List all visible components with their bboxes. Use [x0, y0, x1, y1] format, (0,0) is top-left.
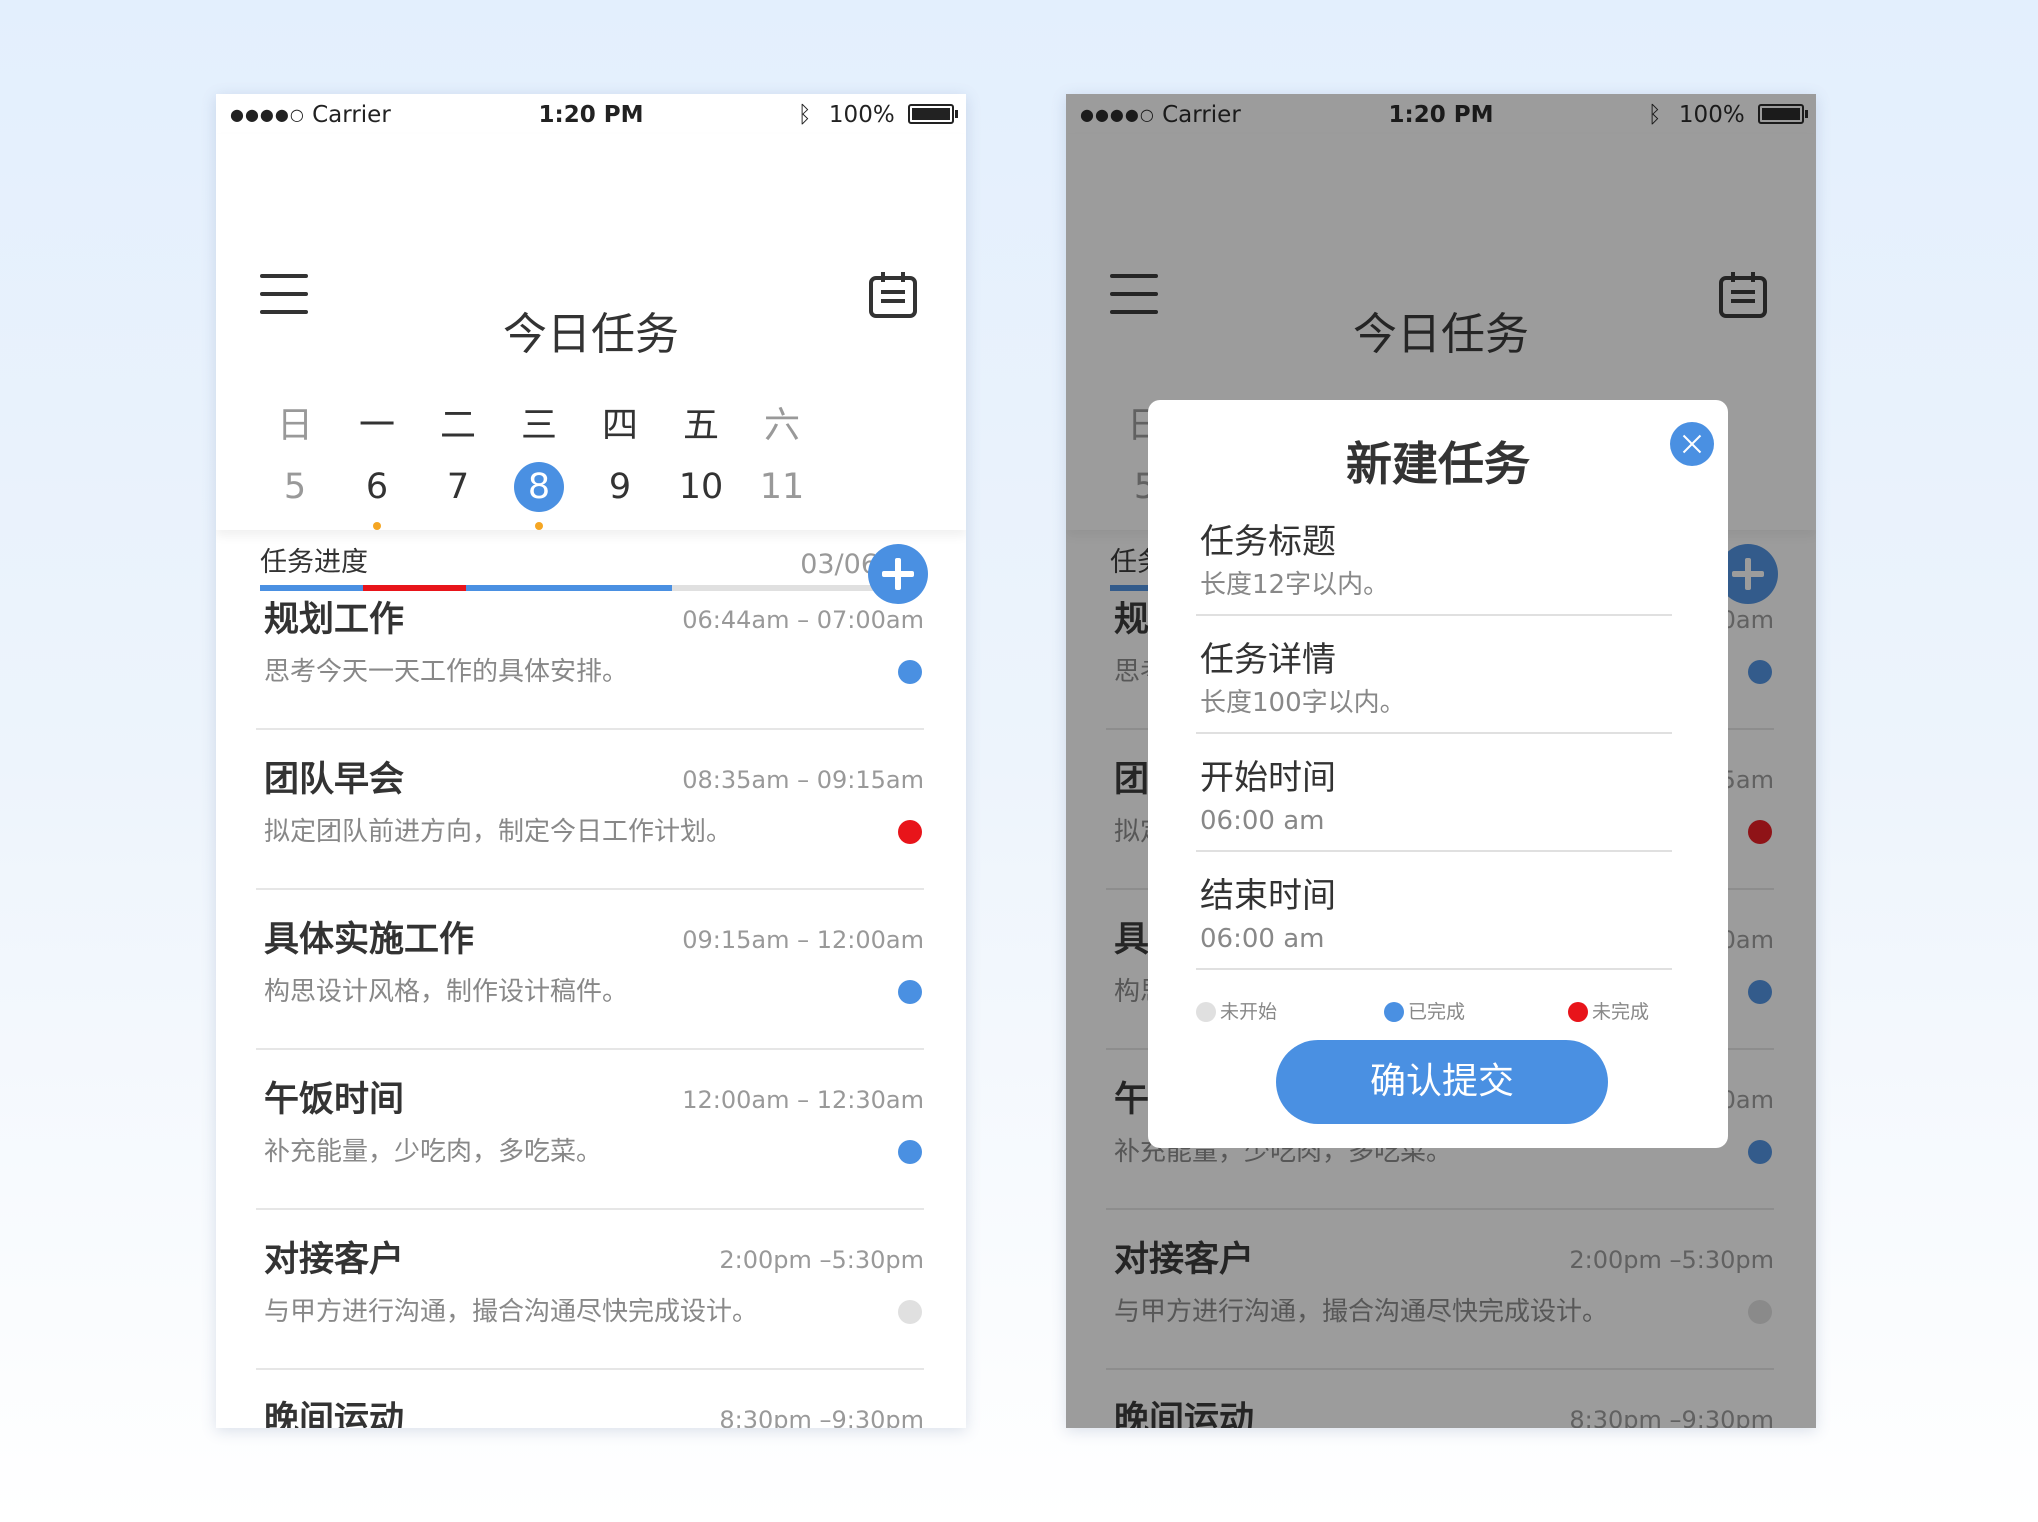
battery-percent: 100% — [828, 102, 895, 128]
date-cell[interactable]: 11 — [747, 464, 817, 510]
task-status-dot — [898, 980, 922, 1004]
task-status-dot — [898, 1300, 922, 1324]
task-time: 09:15am – 12:00am — [682, 926, 924, 954]
legend-label: 已完成 — [1408, 1001, 1466, 1023]
task-description: 与甲方进行沟通，撮合沟通尽快完成设计。 — [264, 1297, 759, 1327]
task-time: 06:44am – 07:00am — [682, 606, 924, 634]
weekday-label: 二 — [439, 405, 476, 446]
date-cell[interactable]: 8 — [504, 464, 574, 510]
weekday-label: 日 — [276, 405, 313, 446]
field-underline — [1196, 968, 1672, 970]
task-time: 08:35am – 09:15am — [682, 766, 924, 794]
legend-item: 未开始 — [1196, 1000, 1277, 1024]
task-item[interactable]: 具体实施工作 09:15am – 12:00am 构思设计风格，制作设计稿件。 — [216, 890, 966, 1050]
task-description: 拟定团队前进方向，制定今日工作计划。 — [264, 817, 733, 847]
task-title: 对接客户 — [264, 1240, 405, 1280]
task-title: 规划工作 — [264, 600, 405, 640]
field-input[interactable]: 06:00 am — [1200, 922, 1324, 956]
date-cell[interactable]: 7 — [423, 464, 493, 510]
date-cell[interactable]: 9 — [585, 464, 655, 510]
task-item[interactable]: 规划工作 06:44am – 07:00am 思考今天一天工作的具体安排。 — [216, 570, 966, 730]
legend-item: 已完成 — [1384, 1000, 1465, 1024]
date-task-dot — [373, 522, 381, 530]
task-title: 具体实施工作 — [264, 920, 475, 960]
date-cell[interactable]: 10 — [666, 464, 736, 510]
weekday-label: 三 — [520, 405, 557, 446]
task-item[interactable]: 午饭时间 12:00am – 12:30am 补充能量，少吃肉，多吃菜。 — [216, 1050, 966, 1210]
task-title: 午饭时间 — [264, 1080, 405, 1120]
weekday-label: 四 — [601, 405, 638, 446]
field-underline — [1196, 850, 1672, 852]
field-label: 开始时间 — [1200, 758, 1336, 798]
legend-label: 未开始 — [1220, 1001, 1278, 1023]
calendar-icon[interactable] — [868, 270, 918, 320]
page-title: 今日任务 — [503, 309, 679, 360]
field-underline — [1196, 732, 1672, 734]
date-cell[interactable]: 6 — [342, 464, 412, 510]
status-bar: ●●●●○ Carrier 1:20 PM ᛒ 100% — [216, 94, 966, 134]
phone-screen-task-list: ●●●●○ Carrier 1:20 PM ᛒ 100% 今日任务 日 一 二 三 四 五… — [216, 94, 966, 1428]
header-panel: 今日任务 日一二三四五六 567891011 任务进度 03/06 — [216, 134, 966, 604]
task-time: 12:00am – 12:30am — [682, 1086, 924, 1114]
legend-dot — [1196, 1002, 1216, 1022]
task-item[interactable]: 团队早会 08:35am – 09:15am 拟定团队前进方向，制定今日工作计划。 — [216, 730, 966, 890]
phone-screen-new-task-dialog: ●●●●○ Carrier 1:20 PM ᛒ 100% 今日任务 日一二三四五… — [1066, 94, 1816, 1428]
field-label: 任务详情 — [1200, 640, 1336, 680]
field-underline — [1196, 614, 1672, 616]
field-label: 结束时间 — [1200, 876, 1336, 916]
legend-label: 未完成 — [1592, 1001, 1650, 1023]
weekday-label: 五 — [682, 405, 719, 446]
field-input[interactable]: 06:00 am — [1200, 804, 1324, 838]
task-description: 补充能量，少吃肉，多吃菜。 — [264, 1137, 603, 1167]
weekday-label: 一 — [358, 405, 395, 446]
new-task-dialog: 新建任务 任务标题长度12字以内。任务详情长度100字以内。开始时间 06:00 … — [1148, 400, 1728, 1148]
field-input[interactable]: 长度100字以内。 — [1200, 686, 1406, 720]
legend-dot — [1568, 1002, 1588, 1022]
legend-item: 未完成 — [1568, 1000, 1649, 1024]
task-description: 思考今天一天工作的具体安排。 — [264, 657, 629, 687]
task-status-dot — [898, 820, 922, 844]
field-input[interactable]: 长度12字以内。 — [1200, 568, 1389, 602]
task-time: 2:00pm –5:30pm — [719, 1246, 924, 1274]
field-label: 任务标题 — [1200, 522, 1336, 562]
task-title: 团队早会 — [264, 760, 405, 800]
task-status-dot — [898, 660, 922, 684]
confirm-submit-button[interactable]: 确认提交 — [1276, 1040, 1608, 1124]
dialog-title: 新建任务 — [1346, 437, 1530, 491]
legend-dot — [1384, 1002, 1404, 1022]
task-status-dot — [898, 1140, 922, 1164]
task-time: 8:30pm –9:30pm — [719, 1406, 924, 1428]
date-cell[interactable]: 5 — [260, 464, 330, 510]
battery-icon — [908, 104, 958, 124]
date-task-dot — [535, 522, 543, 530]
weekday-label: 六 — [763, 405, 800, 446]
task-title: 晚间运动 — [264, 1400, 405, 1428]
task-item[interactable]: 晚间运动8:30pm –9:30pm最近长胖了几斤，跑步把肉减下来。 — [216, 1370, 966, 1428]
task-description: 构思设计风格，制作设计稿件。 — [264, 977, 629, 1007]
bluetooth-icon: ᛒ — [797, 102, 812, 128]
task-item[interactable]: 对接客户 2:00pm –5:30pm 与甲方进行沟通，撮合沟通尽快完成设计。 — [216, 1210, 966, 1370]
